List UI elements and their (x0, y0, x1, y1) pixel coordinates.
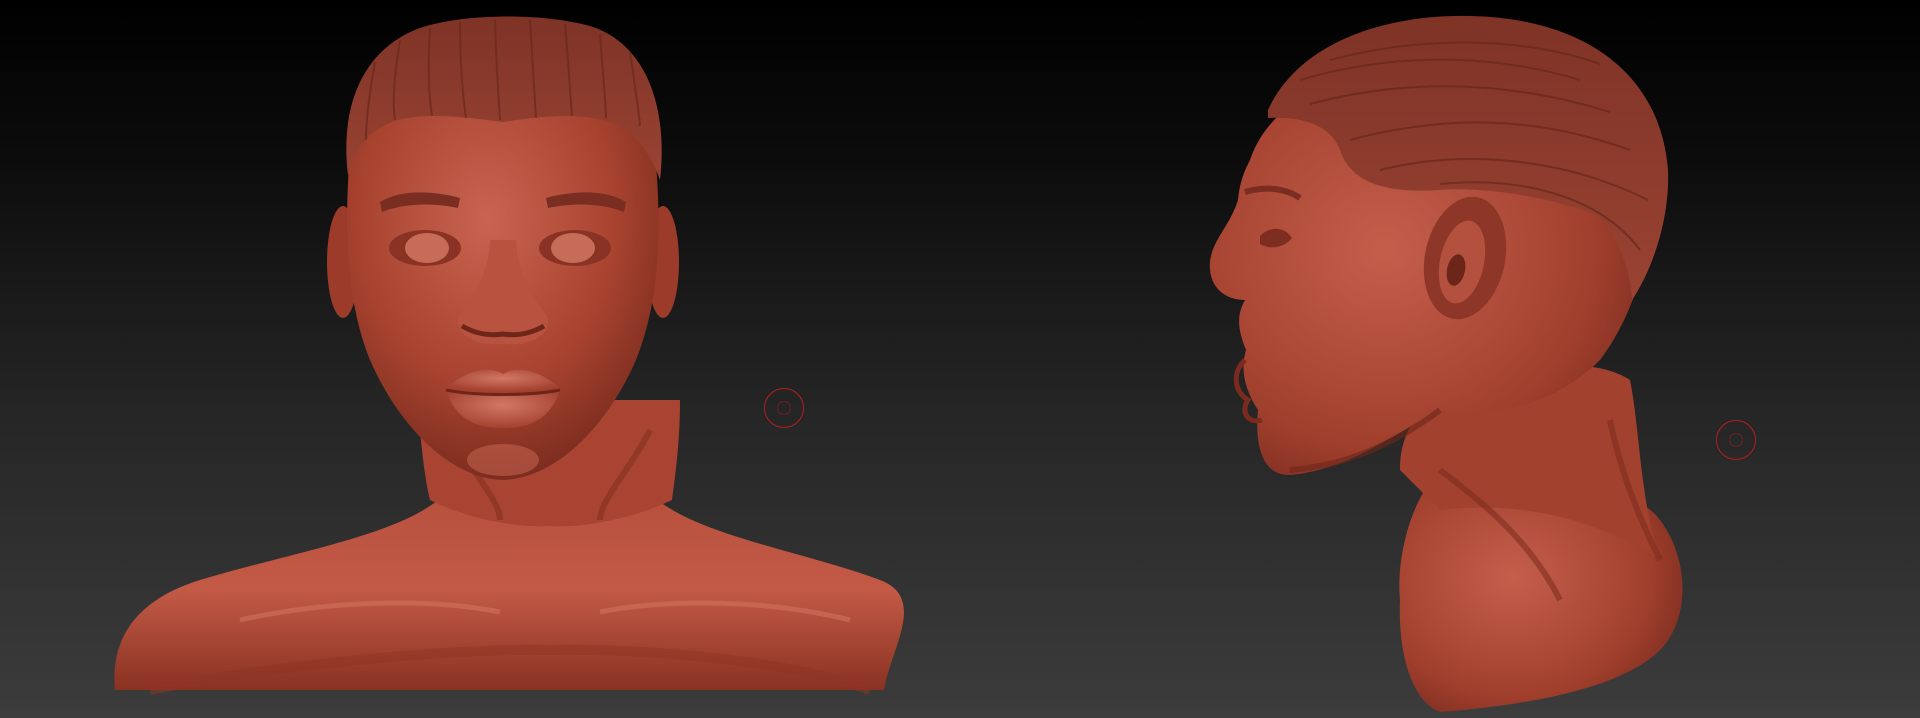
front-eye-right (551, 233, 595, 263)
model-canvas[interactable] (0, 0, 1920, 718)
sculpt-viewport[interactable] (0, 0, 1920, 718)
brush-cursor-front[interactable] (764, 388, 804, 428)
brush-cursor-side[interactable] (1716, 420, 1756, 460)
front-view-bust[interactable] (114, 16, 904, 695)
side-view-bust[interactable] (1209, 15, 1683, 712)
brush-cursor-inner (777, 401, 791, 415)
front-eye-left (405, 233, 449, 263)
brush-cursor-inner (1729, 433, 1743, 447)
front-chin (467, 444, 539, 476)
